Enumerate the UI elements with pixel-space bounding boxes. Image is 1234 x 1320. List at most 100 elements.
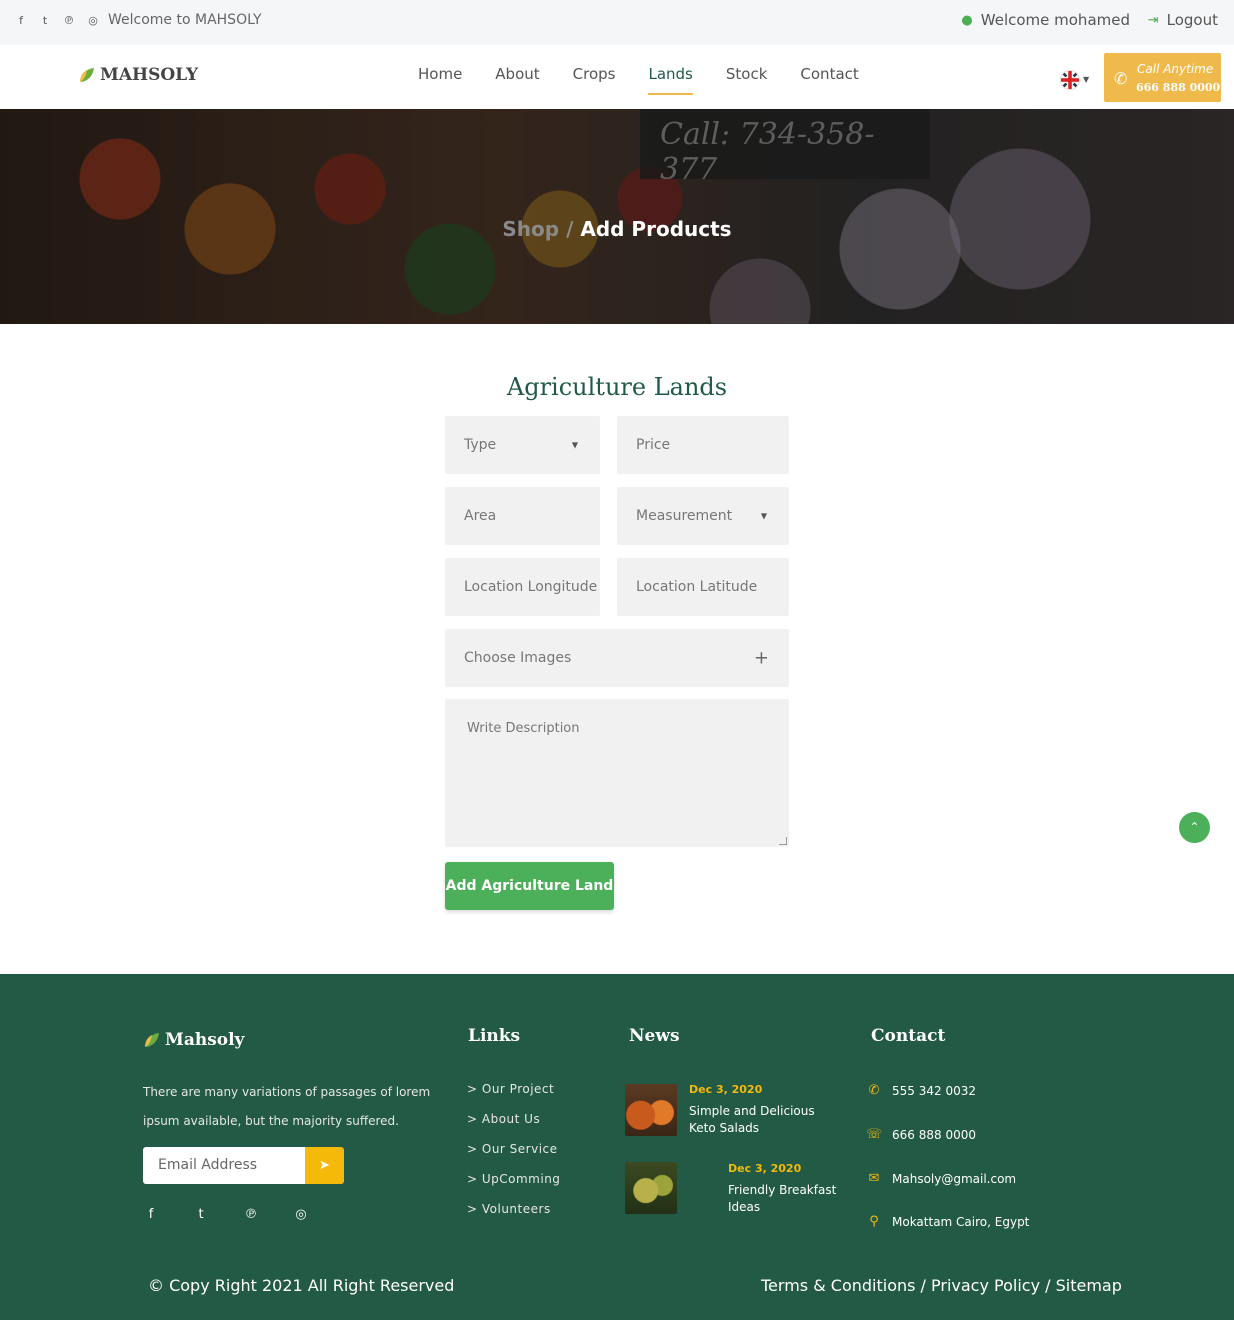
logout-label: Logout xyxy=(1166,11,1218,29)
facebook-icon[interactable]: f xyxy=(143,1207,159,1223)
footer-logo-text: Mahsoly xyxy=(165,1030,245,1050)
email-address: Mahsoly@gmail.com xyxy=(892,1171,1017,1186)
price-input[interactable]: Price xyxy=(617,416,789,474)
user-icon: ● xyxy=(961,12,973,28)
instagram-icon[interactable]: ◎ xyxy=(86,14,100,28)
call-number: 666 888 0000 xyxy=(1136,81,1221,94)
latitude-input[interactable]: Location Latitude xyxy=(617,558,789,616)
footer-link-about-us[interactable]: > About Us xyxy=(467,1112,560,1142)
news-date: Dec 3, 2020 xyxy=(728,1162,802,1175)
nav-menu: Home About Crops Lands Stock Contact xyxy=(418,65,892,95)
contact-whatsapp[interactable]: ✆ 555 342 0032 xyxy=(866,1083,976,1098)
instagram-icon[interactable]: ◎ xyxy=(293,1207,309,1223)
footer-links-list: > Our Project > About Us > Our Service >… xyxy=(467,1082,560,1232)
area-input[interactable]: Area xyxy=(445,487,600,545)
footer-link-volunteers[interactable]: > Volunteers xyxy=(467,1202,560,1232)
newsletter-send-button[interactable]: ➤ xyxy=(305,1147,344,1184)
type-placeholder: Type xyxy=(464,437,497,453)
nav-item-contact[interactable]: Contact xyxy=(800,65,858,95)
news-image-breakfast[interactable] xyxy=(625,1162,677,1214)
nav-item-crops[interactable]: Crops xyxy=(573,65,616,95)
latitude-placeholder: Location Latitude xyxy=(636,579,758,595)
footer-social-links: f t ℗ ◎ xyxy=(143,1207,309,1223)
hero-banner: Call: 734-358-377 Shop / Add Products xyxy=(0,109,1234,324)
contact-email[interactable]: ✉ Mahsoly@gmail.com xyxy=(866,1171,1017,1186)
address-text: Mokattam Cairo, Egypt xyxy=(892,1214,1030,1229)
footer: Mahsoly There are many variations of pas… xyxy=(0,974,1234,1320)
longitude-placeholder: Location Longitude xyxy=(464,579,598,595)
breadcrumb-shop[interactable]: Shop xyxy=(502,217,559,241)
top-bar: f t ℗ ◎ Welcome to MAHSOLY ● Welcome moh… xyxy=(0,0,1234,45)
leaf-logo-icon xyxy=(80,68,94,82)
chalkboard-image: Call: 734-358-377 xyxy=(640,109,930,187)
nav-item-home[interactable]: Home xyxy=(418,65,462,95)
pinterest-icon[interactable]: ℗ xyxy=(62,14,76,28)
description-placeholder: Write Description xyxy=(467,721,580,736)
main-nav: MAHSOLY Home About Crops Lands Stock Con… xyxy=(0,45,1234,109)
news-date: Dec 3, 2020 xyxy=(689,1083,763,1096)
chalkboard-text: Call: 734-358-377 xyxy=(660,117,875,187)
news-title[interactable]: Friendly Breakfast Ideas xyxy=(728,1182,838,1216)
chevron-down-icon: ▼ xyxy=(760,511,767,521)
measurement-select[interactable]: Measurement ▼ xyxy=(617,487,789,545)
call-label: Call Anytime xyxy=(1137,62,1214,76)
nav-item-lands[interactable]: Lands xyxy=(648,65,693,95)
area-placeholder: Area xyxy=(464,508,497,524)
breadcrumb-separator: / xyxy=(566,217,574,241)
resize-handle-icon[interactable] xyxy=(779,837,787,845)
footer-logo[interactable]: Mahsoly xyxy=(143,1030,244,1050)
plus-icon: + xyxy=(753,647,769,669)
phone-number: 666 888 0000 xyxy=(892,1127,976,1142)
breadcrumb: Shop / Add Products xyxy=(0,217,1234,241)
footer-about-text: There are many variations of passages of… xyxy=(143,1085,431,1128)
user-greeting[interactable]: ● Welcome mohamed xyxy=(961,11,1130,29)
news-image-salads[interactable] xyxy=(625,1084,677,1136)
newsletter-email-input[interactable]: Email Address xyxy=(143,1147,305,1184)
site-logo[interactable]: MAHSOLY xyxy=(78,65,198,85)
chevron-up-icon: ⌃ xyxy=(1189,820,1200,834)
add-land-button[interactable]: Add Agriculture Land xyxy=(445,862,614,910)
measurement-placeholder: Measurement xyxy=(636,508,733,524)
facebook-icon[interactable]: f xyxy=(14,14,28,28)
scroll-to-top-button[interactable]: ⌃ xyxy=(1179,812,1210,843)
uk-flag-icon[interactable] xyxy=(1060,70,1080,90)
logout-link[interactable]: ⇥ Logout xyxy=(1148,11,1218,29)
breadcrumb-current: Add Products xyxy=(580,217,732,241)
send-icon: ➤ xyxy=(319,1158,330,1173)
phone-icon: ✆ xyxy=(1114,69,1128,88)
footer-legal-links[interactable]: Terms & Conditions / Privacy Policy / Si… xyxy=(761,1276,1122,1295)
images-placeholder: Choose Images xyxy=(464,650,572,666)
choose-images-input[interactable]: Choose Images + xyxy=(445,629,789,687)
contact-address: ⚲ Mokattam Cairo, Egypt xyxy=(866,1214,1029,1229)
top-social-links: f t ℗ ◎ xyxy=(14,14,100,28)
twitter-icon[interactable]: t xyxy=(193,1207,209,1223)
footer-news-title: News xyxy=(629,1026,680,1046)
logo-text: MAHSOLY xyxy=(100,65,199,85)
news-title[interactable]: Simple and Delicious Keto Salads xyxy=(689,1103,834,1137)
logout-icon: ⇥ xyxy=(1147,12,1159,28)
chevron-down-icon: ▼ xyxy=(571,440,578,450)
call-anytime-button[interactable]: ✆ Call Anytime 666 888 0000 xyxy=(1104,53,1221,102)
copyright: © Copy Right 2021 All Right Reserved xyxy=(148,1276,455,1295)
contact-phone[interactable]: ☏ 666 888 0000 xyxy=(866,1127,976,1142)
footer-link-our-project[interactable]: > Our Project xyxy=(467,1082,560,1112)
twitter-icon[interactable]: t xyxy=(38,14,52,28)
page-title: Agriculture Lands xyxy=(506,373,728,401)
welcome-text: Welcome to MAHSOLY xyxy=(108,12,262,28)
footer-link-our-service[interactable]: > Our Service xyxy=(467,1142,560,1172)
nav-item-stock[interactable]: Stock xyxy=(726,65,768,95)
user-greeting-label: Welcome mohamed xyxy=(980,11,1130,29)
pinterest-icon[interactable]: ℗ xyxy=(243,1207,259,1223)
whatsapp-icon: ✆ xyxy=(868,1083,880,1098)
nav-item-about[interactable]: About xyxy=(495,65,539,95)
description-textarea[interactable]: Write Description xyxy=(445,699,789,847)
type-select[interactable]: Type ▼ xyxy=(445,416,600,474)
whatsapp-number: 555 342 0032 xyxy=(892,1083,976,1098)
phone-icon: ☏ xyxy=(866,1127,883,1142)
leaf-logo-icon xyxy=(145,1033,159,1047)
language-caret-icon[interactable]: ▼ xyxy=(1083,75,1089,84)
footer-link-upcomming[interactable]: > UpComming xyxy=(467,1172,560,1202)
mail-icon: ✉ xyxy=(868,1171,880,1186)
longitude-input[interactable]: Location Longitude xyxy=(445,558,600,616)
location-pin-icon: ⚲ xyxy=(869,1214,879,1229)
